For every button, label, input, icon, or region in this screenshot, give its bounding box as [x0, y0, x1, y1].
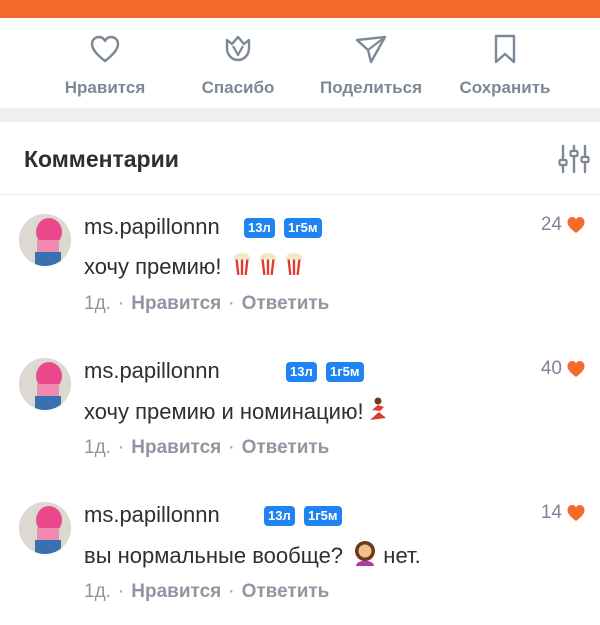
comments-title: Комментарии: [24, 146, 179, 172]
age-badge: 13л: [286, 362, 317, 382]
avatar[interactable]: [19, 214, 71, 266]
avatar[interactable]: [19, 358, 71, 410]
comment-meta: 1д. · Нравится · Ответить: [84, 581, 330, 602]
woman-emoji-icon: [353, 540, 377, 574]
tulip-icon: [225, 35, 251, 62]
comment-like-link[interactable]: Нравится: [131, 293, 221, 314]
comment-time: 1д.: [84, 581, 111, 602]
comment-likes[interactable]: 24: [541, 214, 586, 236]
like-count: 14: [540, 502, 562, 523]
time-badge: 1г5м: [284, 218, 322, 238]
section-separator: [0, 108, 600, 122]
bookmark-icon: [494, 34, 516, 64]
like-action-label: Нравится: [64, 78, 146, 97]
avatar-photo: [19, 214, 71, 266]
heart-filled-icon: [567, 505, 585, 521]
comment-item: ms.papillonnn 13л 1г5м 24 хочу премию! 1…: [0, 214, 600, 334]
comment-item: ms.papillonnn 13л 1г5м 40 хочу премию и …: [0, 358, 600, 478]
comment-author[interactable]: ms.papillonnn: [84, 358, 220, 384]
comment-reply-link[interactable]: Ответить: [242, 581, 330, 602]
dancer-emoji-icon: [366, 396, 388, 430]
heart-filled-icon: [567, 361, 585, 377]
avatar[interactable]: [19, 502, 71, 554]
comment-meta: 1д. · Нравится · Ответить: [84, 437, 330, 458]
post-action-bar: Нравится Спасибо Поделиться Сохранить: [0, 18, 600, 108]
like-count: 40: [540, 358, 562, 379]
comment-text-tail: нет.: [383, 542, 421, 568]
age-badge: 13л: [264, 506, 295, 526]
comment-text-body: хочу премию и номинацию!: [84, 398, 364, 424]
thanks-action-label: Спасибо: [201, 78, 275, 97]
save-action-label: Сохранить: [459, 78, 551, 97]
time-badge: 1г5м: [326, 362, 364, 382]
top-accent-bar: [0, 0, 600, 18]
comment-time: 1д.: [84, 293, 111, 314]
popcorn-emoji-icon: [232, 252, 304, 284]
paper-plane-icon: [355, 35, 387, 64]
comment-time: 1д.: [84, 437, 111, 458]
like-action-button[interactable]: Нравится: [45, 32, 165, 98]
time-badge: 1г5м: [304, 506, 342, 526]
comment-text-body: вы нормальные вообще?: [84, 542, 344, 568]
comment-likes[interactable]: 14: [541, 502, 586, 524]
avatar-photo: [19, 358, 71, 410]
like-count: 24: [540, 214, 562, 235]
comment-meta: 1д. · Нравится · Ответить: [84, 293, 330, 314]
comment-text: вы нормальные вообще? нет.: [84, 540, 421, 574]
age-badge: 13л: [244, 218, 275, 238]
heart-filled-icon: [567, 217, 585, 233]
comment-reply-link[interactable]: Ответить: [242, 437, 330, 458]
share-action-button[interactable]: Поделиться: [311, 32, 431, 98]
comment-text-body: хочу премию!: [84, 254, 222, 279]
comment-author[interactable]: ms.papillonnn: [84, 502, 220, 528]
comment-text: хочу премию и номинацию!: [84, 396, 388, 430]
save-action-button[interactable]: Сохранить: [445, 32, 565, 98]
sliders-filter-icon[interactable]: [558, 144, 590, 174]
comment-like-link[interactable]: Нравится: [131, 581, 221, 602]
comment-text: хочу премию!: [84, 252, 304, 284]
comment-like-link[interactable]: Нравится: [131, 437, 221, 458]
comment-item: ms.papillonnn 13л 1г5м 14 вы нормальные …: [0, 502, 600, 622]
comment-author[interactable]: ms.papillonnn: [84, 214, 220, 240]
comment-reply-link[interactable]: Ответить: [242, 293, 330, 314]
comments-divider: [0, 194, 600, 195]
share-action-label: Поделиться: [319, 78, 423, 97]
comment-likes[interactable]: 40: [541, 358, 586, 380]
avatar-photo: [19, 502, 71, 554]
heart-outline-icon: [90, 35, 120, 63]
thanks-action-button[interactable]: Спасибо: [178, 32, 298, 98]
